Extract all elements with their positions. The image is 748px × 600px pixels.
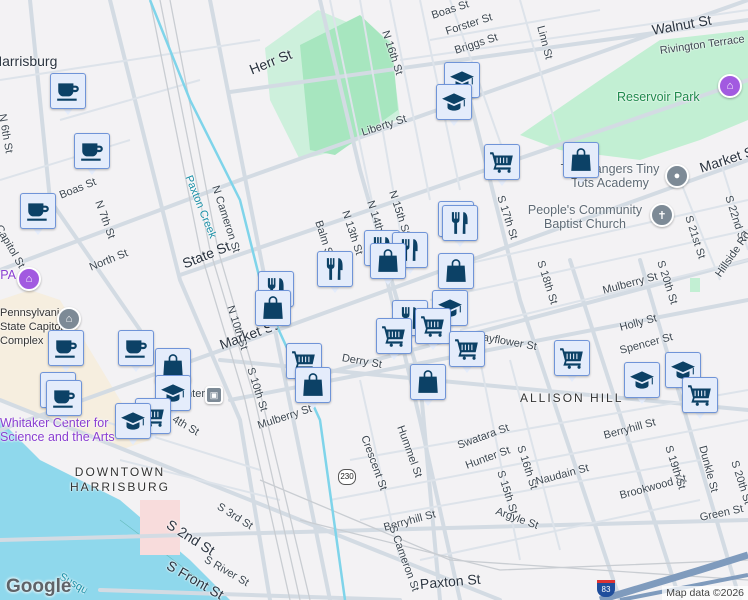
shopping-marker[interactable] [410, 364, 446, 408]
poi-label: People's Community Baptist Church [527, 203, 643, 231]
education-icon [624, 362, 660, 398]
shopping-marker[interactable] [295, 367, 331, 411]
church-icon[interactable]: ✝ [650, 203, 674, 227]
cart-icon [415, 308, 451, 344]
city-label: Harrisburg [0, 53, 58, 69]
shopping-icon [563, 142, 599, 178]
coffee-marker[interactable] [118, 330, 154, 374]
cart-marker[interactable] [376, 318, 412, 362]
shopping-icon [295, 367, 331, 403]
cart-marker[interactable] [484, 144, 520, 188]
coffee-icon [74, 133, 110, 169]
museum-icon[interactable]: ⌂ [718, 74, 742, 98]
museum-icon[interactable]: ⌂ [17, 267, 41, 291]
coffee-marker[interactable] [20, 193, 56, 237]
coffee-marker[interactable] [48, 330, 84, 374]
coffee-icon [118, 330, 154, 366]
cart-icon [484, 144, 520, 180]
restaurant-marker[interactable] [442, 205, 478, 249]
coffee-icon [20, 193, 56, 229]
shopping-marker[interactable] [370, 243, 406, 287]
restaurant-marker[interactable] [317, 251, 353, 295]
cart-icon [376, 318, 412, 354]
coffee-icon [46, 380, 82, 416]
coffee-marker[interactable] [50, 73, 86, 117]
district-label: DOWNTOWN HARRISBURG [70, 465, 171, 494]
restaurant-icon [442, 205, 478, 241]
interstate-83-shield: 83 [597, 580, 615, 597]
map-attribution[interactable]: Map data ©2026 [662, 586, 748, 600]
education-marker[interactable] [436, 84, 472, 128]
government-building-icon[interactable]: ⌂ [57, 307, 81, 331]
cart-icon [682, 377, 718, 413]
shopping-marker[interactable] [255, 290, 291, 334]
coffee-icon [48, 330, 84, 366]
restaurant-icon [317, 251, 353, 287]
district-label: ALLISON HILL [520, 391, 624, 405]
poi-label: SPA [0, 268, 16, 282]
cart-marker[interactable] [554, 340, 590, 384]
school-pin-icon[interactable]: ● [665, 164, 689, 188]
shopping-marker[interactable] [563, 142, 599, 186]
education-marker[interactable] [624, 362, 660, 406]
route-230-shield: 230 [338, 469, 356, 485]
education-icon [436, 84, 472, 120]
train-station-icon[interactable]: ▣ [205, 386, 223, 404]
cart-marker[interactable] [682, 377, 718, 421]
shopping-icon [370, 243, 406, 279]
coffee-marker[interactable] [46, 380, 82, 424]
coffee-icon [50, 73, 86, 109]
cart-icon [554, 340, 590, 376]
shopping-icon [410, 364, 446, 400]
cart-marker[interactable] [415, 308, 451, 352]
map-canvas[interactable]: Harrisburg N 6th St N 7th St Boas St Cap… [0, 0, 748, 600]
cart-marker[interactable] [449, 331, 485, 375]
education-marker[interactable] [115, 403, 151, 447]
google-logo: Google [6, 576, 72, 597]
shopping-icon [255, 290, 291, 326]
cart-icon [449, 331, 485, 367]
shopping-icon [438, 253, 474, 289]
coffee-marker[interactable] [74, 133, 110, 177]
park-label: Reservoir Park [617, 90, 700, 104]
education-icon [115, 403, 151, 439]
